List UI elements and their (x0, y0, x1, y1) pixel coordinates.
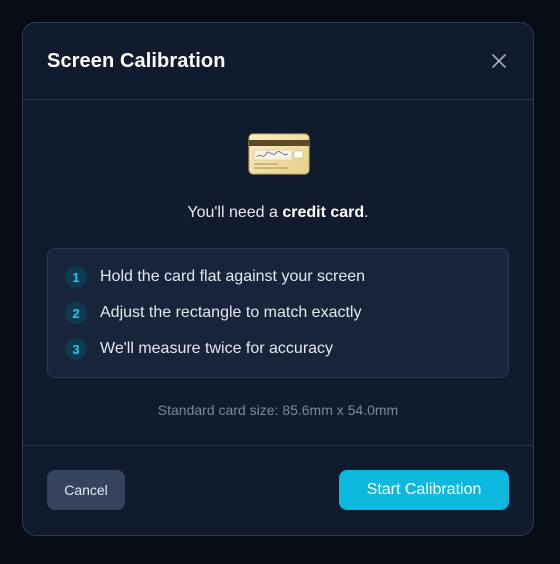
step-item: 2 Adjust the rectangle to match exactly (48, 301, 508, 325)
card-size-note: Standard card size: 85.6mm x 54.0mm (157, 402, 399, 418)
requirement-prefix: You'll need a (187, 204, 283, 221)
step-number-badge: 1 (65, 266, 87, 288)
step-text: Hold the card flat against your screen (100, 268, 366, 285)
step-item: 3 We'll measure twice for accuracy (48, 337, 508, 361)
steps-panel: 1 Hold the card flat against your screen… (47, 248, 509, 378)
requirement-highlight: credit card (282, 204, 365, 221)
step-text: We'll measure twice for accuracy (100, 340, 334, 357)
calibration-dialog: Screen Calibration You'll need a credit … (22, 22, 534, 536)
step-item: 1 Hold the card flat against your screen (48, 265, 508, 289)
requirement-suffix: . (364, 204, 369, 221)
dialog-footer: Cancel Start Calibration (23, 446, 533, 535)
dialog-title: Screen Calibration (47, 50, 226, 72)
cancel-button[interactable]: Cancel (47, 470, 125, 510)
credit-card-icon (248, 132, 310, 181)
dialog-body: You'll need a credit card. 1 Hold the ca… (23, 100, 533, 446)
close-button[interactable] (491, 53, 507, 69)
dialog-header: Screen Calibration (23, 23, 533, 100)
step-text: Adjust the rectangle to match exactly (100, 304, 362, 321)
close-icon (492, 54, 506, 68)
step-number-badge: 2 (65, 302, 87, 324)
step-number-badge: 3 (65, 338, 87, 360)
start-calibration-button[interactable]: Start Calibration (339, 470, 509, 510)
requirement-text: You'll need a credit card. (23, 204, 533, 222)
